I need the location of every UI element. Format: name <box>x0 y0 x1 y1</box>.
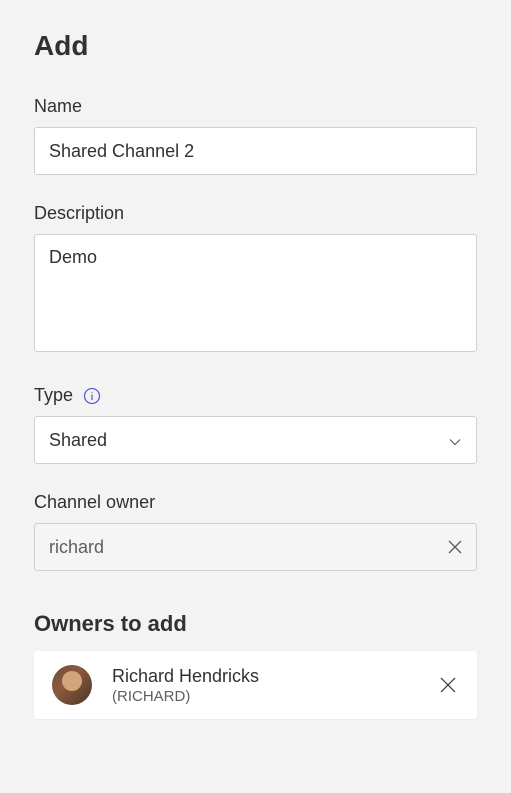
type-label: Type <box>34 385 477 406</box>
type-field-group: Type Shared <box>34 385 477 464</box>
description-field-group: Description Demo <box>34 203 477 357</box>
description-input[interactable]: Demo <box>34 234 477 352</box>
name-field-group: Name <box>34 96 477 175</box>
avatar <box>52 665 92 705</box>
owner-info: Richard Hendricks (RICHARD) <box>112 666 417 705</box>
channel-owner-field-group: Channel owner <box>34 492 477 571</box>
owner-card[interactable]: Richard Hendricks (RICHARD) <box>34 651 477 719</box>
info-icon[interactable] <box>83 387 101 405</box>
type-label-text: Type <box>34 385 73 406</box>
channel-owner-input[interactable] <box>34 523 477 571</box>
page-title: Add <box>34 30 477 62</box>
chevron-down-icon <box>448 433 462 447</box>
channel-owner-label: Channel owner <box>34 492 477 513</box>
owner-username: (RICHARD) <box>112 688 417 705</box>
type-select-value: Shared <box>49 430 107 451</box>
description-label: Description <box>34 203 477 224</box>
owners-section-title: Owners to add <box>34 611 477 637</box>
remove-icon[interactable] <box>437 674 459 696</box>
name-input[interactable] <box>34 127 477 175</box>
type-select[interactable]: Shared <box>34 416 477 464</box>
owner-name: Richard Hendricks <box>112 666 417 687</box>
name-label: Name <box>34 96 477 117</box>
clear-icon[interactable] <box>445 537 465 557</box>
